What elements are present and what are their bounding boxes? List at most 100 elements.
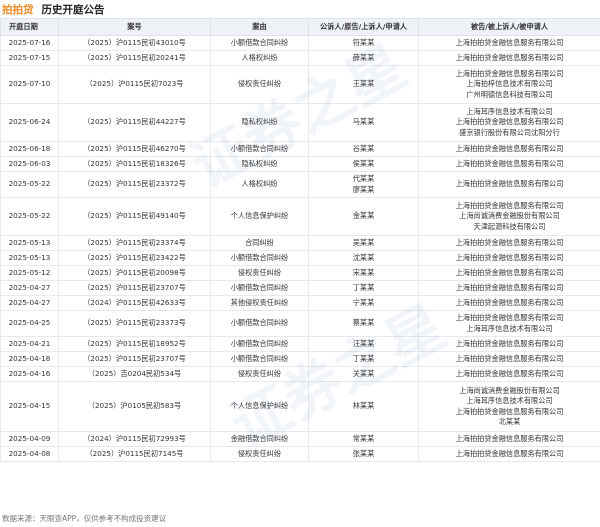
table-row: 2025-05-12 （2025）沪0115民初20098号 侵权责任纠纷 宋某某 上海… [0, 265, 600, 281]
cell-case-no: （2025）沪0115民初23707号 [58, 280, 211, 296]
cell-plaintiff-entry: 沈某某 [352, 252, 375, 262]
cell-case-no: （2025）沪0115民初23422号 [58, 250, 211, 266]
cell-defendant-entry: 上海拍拍贷金融信息服务有限公司 [455, 68, 564, 78]
cell-date: 2025-05-22 [0, 197, 59, 236]
cell-defendant: 上海尚诚消费金融股份有限公司 上海耳序信息技术有限公司 上海拍拍贷金融信息服务有限公… [418, 381, 600, 432]
table-row: 2025-04-09 （2024）沪0115民初72993号 金融借款合同纠纷 常某某… [0, 431, 600, 447]
cell-date: 2025-05-13 [0, 250, 59, 266]
cell-plaintiff-entry: 宁某某 [352, 297, 375, 307]
table-row: 2025-04-18 （2025）沪0115民初23707号 小额借款合同纠纷 丁某某… [0, 351, 600, 367]
cell-cause: 小额借款合同纠纷 [210, 280, 309, 296]
cell-defendant: 上海拍拍贷金融信息服务有限公司 [418, 35, 600, 51]
cell-date: 2025-04-27 [0, 295, 59, 311]
cell-case-no: （2025）沪0115民初44227号 [58, 103, 211, 142]
cell-case-no: （2025）沪0115民初49140号 [58, 197, 211, 236]
cell-defendant: 上海拍拍贷金融信息服务有限公司 [418, 171, 600, 198]
brand-name: 拍拍贷 [2, 3, 34, 16]
cell-plaintiff: 常某某 [308, 431, 419, 447]
cell-defendant: 上海拍拍贷金融信息服务有限公司 [418, 235, 600, 251]
cell-plaintiff-entry: 宋某某 [352, 267, 375, 277]
cell-plaintiff-entry: 关某某 [352, 368, 375, 378]
cell-plaintiff-entry: 薛某某 [352, 52, 375, 62]
cell-date: 2025-04-16 [0, 366, 59, 382]
cell-plaintiff-entry: 丁某某 [352, 353, 375, 363]
cell-defendant-entry: 上海拍拍贷金融信息服务有限公司 [455, 368, 564, 378]
cell-cause: 侵权责任纠纷 [210, 366, 309, 382]
cell-cause: 隐私权纠纷 [210, 103, 309, 142]
table-body: 2025-07-16 （2025）沪0115民初43010号 小额借款合同纠纷 符某某… [0, 35, 600, 462]
cell-plaintiff-entry: 马某某 [352, 117, 375, 127]
cell-defendant-entry: 上海尚诚消费金融股份有限公司 [459, 211, 560, 221]
cell-cause: 金融借款合同纠纷 [210, 431, 309, 447]
cell-defendant-entry: 上海拍拍贷金融信息服务有限公司 [455, 297, 564, 307]
cell-case-no: （2025）沪0115民初23373号 [58, 310, 211, 337]
cell-defendant: 上海拍拍贷金融信息服务有限公司 [418, 431, 600, 447]
cell-date: 2025-06-18 [0, 141, 59, 157]
cell-case-no: （2025）沪0115民初7023号 [58, 65, 211, 104]
cell-case-no: （2025）沪0115民初18326号 [58, 156, 211, 172]
cell-cause: 人格权纠纷 [210, 171, 309, 198]
cell-date: 2025-06-24 [0, 103, 59, 142]
table-row: 2025-06-03 （2025）沪0115民初18326号 隐私权纠纷 侯某某 上海拍… [0, 156, 600, 172]
cell-defendant-entry: 上海拍拍贷金融信息服务有限公司 [455, 313, 564, 322]
cell-case-no: （2025）沪0115民初23374号 [58, 235, 211, 251]
cell-cause: 小额借款合同纠纷 [210, 310, 309, 337]
cell-defendant: 上海拍拍贷金融信息服务有限公司 [418, 141, 600, 157]
cell-defendant: 上海拍拍贷金融信息服务有限公司 [418, 446, 600, 462]
cell-defendant-entry: 上海拍拍贷金融信息服务有限公司 [455, 406, 564, 416]
cell-plaintiff-entry: 王某某 [352, 79, 375, 89]
cell-plaintiff: 侯某某 [308, 156, 419, 172]
cell-plaintiff: 马某某 [308, 103, 419, 142]
table-header-row: 开庭日期 案号 案由 公诉人/原告/上诉人/申请人 被告/被上诉人/被申请人 [0, 18, 600, 36]
cell-plaintiff: 关某某 [308, 366, 419, 382]
cell-plaintiff: 吴某某 [308, 235, 419, 251]
cell-plaintiff: 代某某 廖某某 [308, 171, 419, 198]
cell-plaintiff-entry: 张某某 [352, 448, 375, 458]
cell-defendant-entry: 天津起源科技有限公司 [473, 221, 546, 231]
table-row: 2025-06-18 （2025）沪0115民初46270号 小额借款合同纠纷 谷某某… [0, 141, 600, 157]
cell-defendant-entry: 广州明德信息科技有限公司 [466, 89, 553, 99]
cell-cause: 小额借款合同纠纷 [210, 141, 309, 157]
cell-cause: 隐私权纠纷 [210, 156, 309, 172]
cell-defendant: 上海拍拍贷金融信息服务有限公司 [418, 50, 600, 66]
cell-cause: 侵权责任纠纷 [210, 446, 309, 462]
cell-defendant: 上海拍拍贷金融信息服务有限公司 [418, 250, 600, 266]
cell-case-no: （2025）沪0115民初18952号 [58, 336, 211, 352]
cell-plaintiff: 宋某某 [308, 265, 419, 281]
cell-case-no: （2024）沪0115民初42633号 [58, 295, 211, 311]
cell-cause: 合同纠纷 [210, 235, 309, 251]
table-row: 2025-04-21 （2025）沪0115民初18952号 小额借款合同纠纷 汪某某… [0, 336, 600, 352]
cell-date: 2025-07-15 [0, 50, 59, 66]
cell-date: 2025-04-08 [0, 446, 59, 462]
cell-date: 2025-05-13 [0, 235, 59, 251]
column-header-plaintiff: 公诉人/原告/上诉人/申请人 [308, 18, 419, 36]
cell-cause: 小额借款合同纠纷 [210, 351, 309, 367]
cell-date: 2025-07-16 [0, 35, 59, 51]
cell-date: 2025-04-27 [0, 280, 59, 296]
cell-plaintiff-entry: 代某某 [352, 174, 375, 183]
cell-case-no: （2025）沪0115民初23707号 [58, 351, 211, 367]
cell-defendant-entry: 上海拍拍贷金融信息服务有限公司 [455, 353, 564, 363]
hearing-announcement-table: 开庭日期 案号 案由 公诉人/原告/上诉人/申请人 被告/被上诉人/被申请人 2… [0, 18, 600, 462]
table-row: 2025-05-13 （2025）沪0115民初23422号 小额借款合同纠纷 沈某某… [0, 250, 600, 266]
cell-case-no: （2025）沪0115民初23372号 [58, 171, 211, 198]
table-row: 2025-07-10 （2025）沪0115民初7023号 侵权责任纠纷 王某某 上海拍… [0, 65, 600, 104]
cell-defendant-entry: 上海拍拍贷金融信息服务有限公司 [455, 252, 564, 262]
cell-defendant-entry: 上海耳序信息技术有限公司 [466, 106, 553, 116]
cell-defendant-entry: 上海耳序信息技术有限公司 [466, 396, 553, 405]
cell-defendant-entry: 盛京银行股份有限公司沈阳分行 [459, 127, 560, 137]
cell-plaintiff: 丁某某 [308, 280, 419, 296]
cell-case-no: （2025）沪0105民初583号 [58, 381, 211, 432]
cell-cause: 其他侵权责任纠纷 [210, 295, 309, 311]
cell-defendant-entry: 上海拍拍贷金融信息服务有限公司 [455, 433, 564, 443]
cell-defendant-entry: 上海拍拍贷金融信息服务有限公司 [455, 448, 564, 458]
cell-date: 2025-04-25 [0, 310, 59, 337]
cell-defendant: 上海拍拍贷金融信息服务有限公司 上海尚诚消费金融股份有限公司 天津起源科技有限公司 [418, 197, 600, 236]
cell-cause: 个人信息保护纠纷 [210, 197, 309, 236]
cell-defendant-entry: 上海拍拍贷金融信息服务有限公司 [455, 52, 564, 62]
cell-plaintiff-entry: 蔡某某 [352, 318, 375, 328]
cell-cause: 人格权纠纷 [210, 50, 309, 66]
cell-plaintiff: 蔡某某 [308, 310, 419, 337]
table-row: 2025-04-16 （2025）吉0204民初534号 侵权责任纠纷 关某某 上海拍拍… [0, 366, 600, 382]
page-title: 历史开庭公告 [41, 3, 105, 16]
